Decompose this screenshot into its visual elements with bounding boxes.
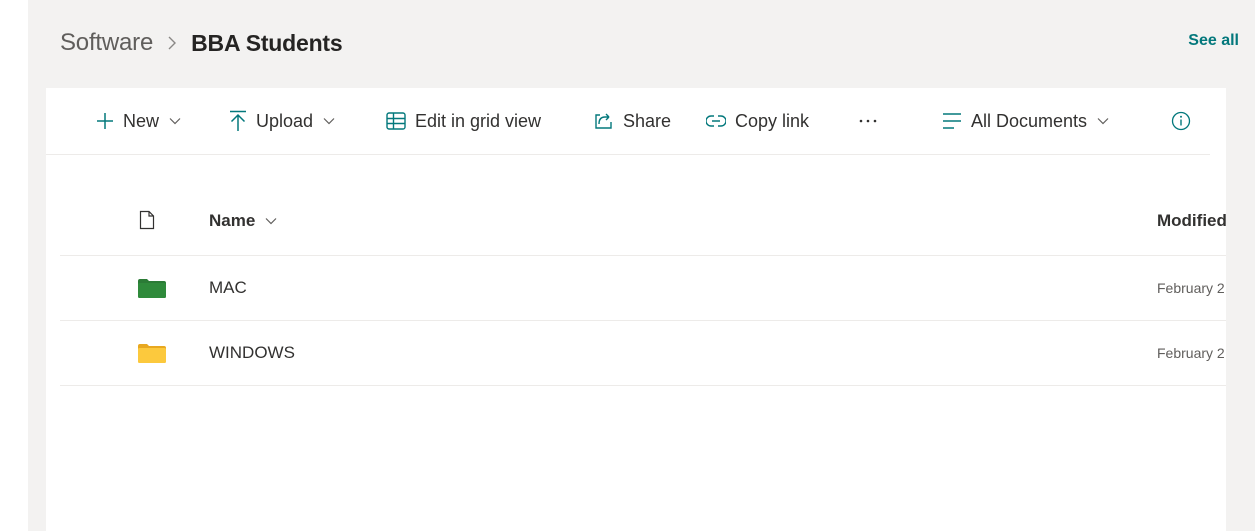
share-button[interactable]: Share (594, 88, 671, 154)
see-all-link[interactable]: See all (1188, 32, 1239, 50)
list-item[interactable]: MAC February 2 (60, 256, 1226, 321)
plus-icon (96, 112, 114, 130)
view-selector-button[interactable]: All Documents (942, 88, 1109, 154)
left-panel-edge (0, 0, 28, 531)
more-actions-button[interactable] (859, 88, 877, 154)
grid-icon (386, 112, 406, 130)
ellipsis-icon (859, 119, 877, 123)
folder-icon (138, 278, 166, 303)
chevron-right-icon (167, 35, 177, 51)
upload-icon (229, 110, 247, 132)
file-type-icon[interactable] (139, 210, 155, 235)
breadcrumb: Software BBA Students (60, 26, 343, 60)
breadcrumb-parent-link[interactable]: Software (60, 29, 153, 57)
copy-link-label: Copy link (735, 110, 810, 131)
copy-link-button[interactable]: Copy link (706, 88, 809, 154)
chevron-down-icon (265, 217, 277, 225)
view-selector-label: All Documents (971, 110, 1088, 131)
share-icon (594, 111, 614, 131)
document-library-card: New Upload Edit in grid view Share Copy … (46, 88, 1226, 531)
new-label: New (123, 110, 160, 131)
upload-label: Upload (256, 110, 314, 131)
folder-icon (138, 343, 166, 368)
item-name[interactable]: WINDOWS (209, 343, 295, 363)
name-column-label: Name (209, 211, 256, 230)
command-bar: New Upload Edit in grid view Share Copy … (46, 88, 1210, 155)
share-label: Share (623, 110, 672, 131)
breadcrumb-current: BBA Students (191, 29, 343, 56)
edit-grid-view-button[interactable]: Edit in grid view (386, 88, 541, 154)
upload-button[interactable]: Upload (229, 88, 335, 154)
chevron-down-icon (169, 117, 181, 125)
link-icon (706, 114, 726, 128)
item-name[interactable]: MAC (209, 278, 247, 298)
edit-grid-view-label: Edit in grid view (415, 110, 542, 131)
item-modified: February 2 (1157, 345, 1225, 361)
name-column-header[interactable]: Name (209, 211, 277, 231)
list-item[interactable]: WINDOWS February 2 (60, 321, 1226, 386)
chevron-down-icon (323, 117, 335, 125)
page: Software BBA Students See all New Upload… (0, 0, 1255, 531)
info-icon (1171, 111, 1191, 131)
list-header: Name Modified (60, 189, 1226, 256)
filter-lines-icon (942, 112, 962, 130)
new-button[interactable]: New (96, 88, 181, 154)
modified-column-header[interactable]: Modified (1157, 211, 1226, 231)
item-modified: February 2 (1157, 280, 1225, 296)
chevron-down-icon (1097, 117, 1109, 125)
info-button[interactable] (1171, 88, 1191, 154)
